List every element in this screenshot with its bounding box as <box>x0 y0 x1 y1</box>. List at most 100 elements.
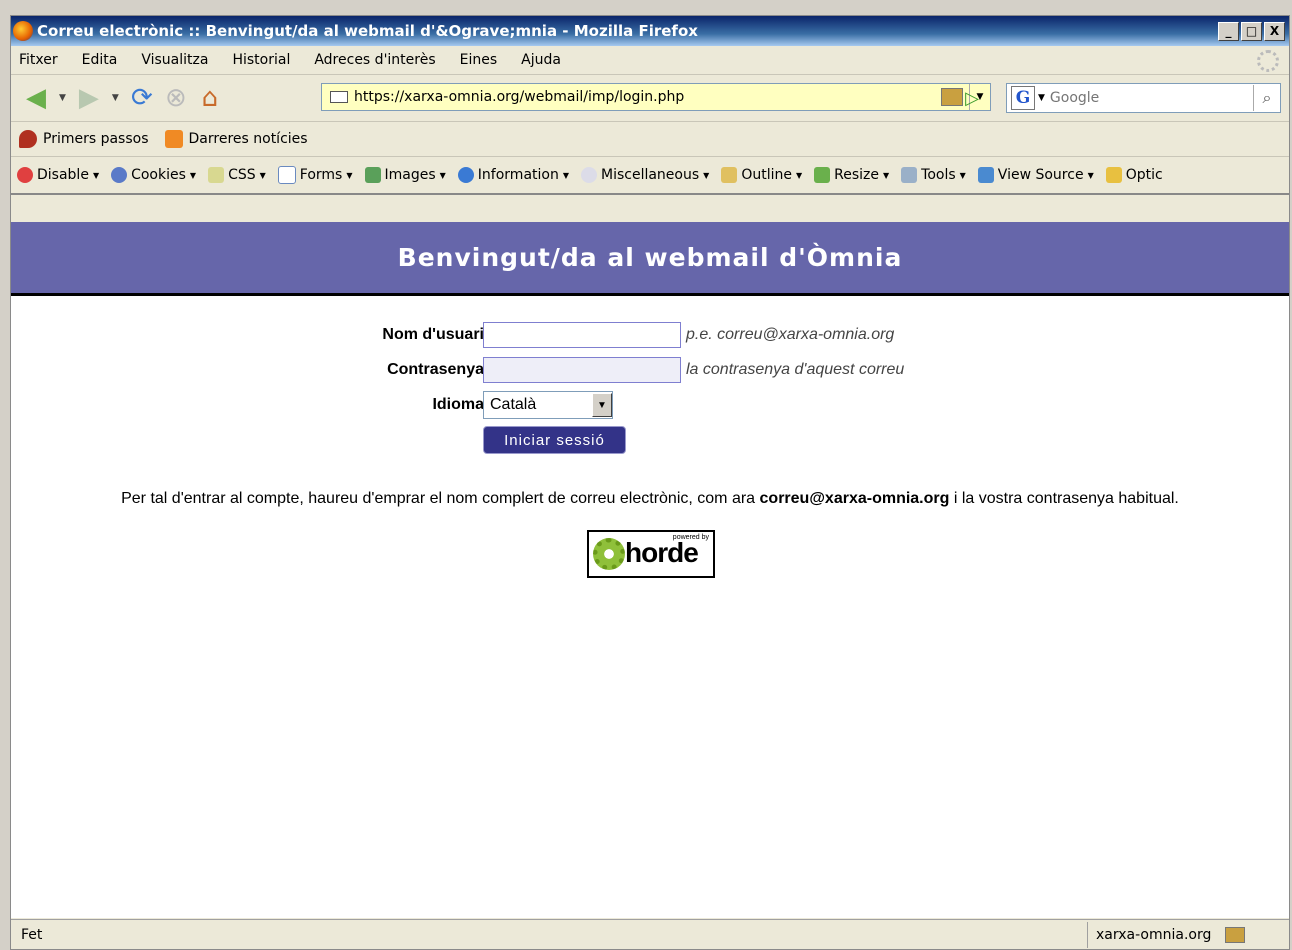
password-hint: la contrasenya d'aquest correu <box>686 361 905 378</box>
webdev-label: Disable <box>37 167 89 183</box>
gear-icon <box>593 538 625 570</box>
home-icon[interactable]: ⌂ <box>193 81 227 115</box>
search-icon[interactable]: ⌕ <box>1253 85 1280 111</box>
minimize-button[interactable]: _ <box>1218 21 1239 41</box>
forms-icon <box>277 166 296 184</box>
webdev-view-source[interactable]: View Source ▼ <box>977 167 1094 183</box>
menu-history[interactable]: Historial <box>232 52 290 68</box>
horde-logo[interactable]: powered by horde <box>587 530 715 578</box>
close-button[interactable]: X <box>1264 21 1285 41</box>
webdev-label: Outline <box>741 167 792 183</box>
menu-bookmarks[interactable]: Adreces d'interès <box>314 52 435 68</box>
webdev-label: Tools <box>921 167 956 183</box>
language-label: Idioma <box>432 396 484 413</box>
instructions-text-end: i la vostra contrasenya habitual. <box>949 490 1179 507</box>
webdev-resize[interactable]: Resize ▼ <box>814 167 889 183</box>
information-icon <box>457 167 474 183</box>
webdev-label: Optic <box>1125 167 1163 183</box>
chevron-down-icon[interactable]: ▼ <box>592 393 612 417</box>
site-identity[interactable]: xarxa-omnia.org <box>1087 921 1267 948</box>
stop-icon[interactable]: ⊗ <box>159 81 193 115</box>
maximize-button[interactable]: □ <box>1241 21 1262 41</box>
miscellaneous-icon <box>581 167 597 183</box>
menu-view[interactable]: Visualitza <box>141 52 208 68</box>
webdev-label: Information <box>477 167 559 183</box>
lock-icon <box>1225 926 1246 943</box>
webdev-images[interactable]: Images ▼ <box>364 167 446 183</box>
resize-grip-icon[interactable] <box>1267 922 1289 948</box>
forward-icon[interactable]: ▶ <box>72 81 106 115</box>
navigation-toolbar: ◀ ▼ ▶ ▼ ⟳ ⊗ ⌂ https://xarxa-omnia.org/we… <box>11 75 1289 122</box>
webdev-options[interactable]: Optic <box>1105 167 1163 183</box>
instructions-text: Per tal d'entrar al compte, haureu d'emp… <box>121 490 760 507</box>
view-source-icon <box>977 167 994 183</box>
status-bar: Fet xarxa-omnia.org <box>11 919 1289 949</box>
window-title: Correu electrònic :: Benvingut/da al web… <box>37 22 698 40</box>
username-input[interactable] <box>483 322 681 348</box>
firefox-icon <box>13 21 33 41</box>
menu-file[interactable]: Fitxer <box>19 52 58 68</box>
outline-icon <box>721 167 738 183</box>
webdev-label: Cookies <box>131 167 186 183</box>
url-bar[interactable]: https://xarxa-omnia.org/webmail/imp/logi… <box>321 83 991 111</box>
menu-edit[interactable]: Edita <box>82 52 118 68</box>
url-text: https://xarxa-omnia.org/webmail/imp/logi… <box>354 89 685 105</box>
webdev-tools[interactable]: Tools ▼ <box>901 167 966 183</box>
resize-icon <box>814 167 831 183</box>
tools-icon <box>901 167 918 183</box>
login-instructions: Per tal d'entrar al compte, haureu d'emp… <box>11 490 1289 508</box>
envelope-icon <box>330 91 348 103</box>
title-bar: Correu electrònic :: Benvingut/da al web… <box>11 16 1289 46</box>
status-domain: xarxa-omnia.org <box>1096 926 1212 943</box>
webdev-information[interactable]: Information ▼ <box>457 167 569 183</box>
webdev-outline[interactable]: Outline ▼ <box>721 167 802 183</box>
options-icon <box>1105 167 1122 183</box>
search-box: G ▼ ⌕ <box>1006 83 1281 113</box>
throbber-icon <box>1257 50 1279 72</box>
cookies-icon <box>111 167 128 183</box>
menu-bar: Fitxer Edita Visualitza Historial Adrece… <box>11 46 1289 75</box>
google-engine-icon[interactable]: G <box>1011 86 1035 110</box>
webdev-cookies[interactable]: Cookies ▼ <box>111 167 196 183</box>
disable-icon <box>17 167 33 183</box>
engine-dropdown-icon[interactable]: ▼ <box>1038 93 1045 103</box>
reload-icon[interactable]: ⟳ <box>125 81 159 115</box>
search-input[interactable] <box>1047 89 1253 107</box>
login-button[interactable]: Iniciar sessió <box>483 426 626 454</box>
rss-icon <box>164 130 183 148</box>
username-label: Nom d'usuari <box>382 326 484 343</box>
go-icon[interactable]: ▷ <box>959 85 985 111</box>
page-title: Benvingut/da al webmail d'Òmnia <box>11 222 1289 296</box>
example-email: correu@xarxa-omnia.org <box>759 490 950 507</box>
username-hint: p.e. correu@xarxa-omnia.org <box>686 326 895 343</box>
webdev-label: CSS <box>228 167 256 183</box>
webdev-label: Images <box>384 167 436 183</box>
back-dropdown-icon[interactable]: ▼ <box>59 93 66 103</box>
forward-dropdown-icon[interactable]: ▼ <box>112 93 119 103</box>
bookmark-getting-started[interactable]: Primers passos <box>19 130 149 148</box>
status-text: Fet <box>21 926 43 943</box>
webdev-disable[interactable]: Disable ▼ <box>17 167 99 183</box>
menu-help[interactable]: Ajuda <box>521 52 561 68</box>
webdev-label: Resize <box>834 167 879 183</box>
page-content: Benvingut/da al webmail d'Òmnia Nom d'us… <box>11 222 1289 918</box>
back-icon[interactable]: ◀ <box>19 81 53 115</box>
bookmark-label: Primers passos <box>43 131 149 147</box>
language-select[interactable]: Català ▼ <box>483 391 613 419</box>
horde-wordmark: horde <box>625 537 699 568</box>
bookmark-latest-news[interactable]: Darreres notícies <box>164 130 308 148</box>
bookmarks-toolbar: Primers passos Darreres notícies <box>11 122 1289 157</box>
webdev-css[interactable]: CSS ▼ <box>208 167 266 183</box>
webdev-forms[interactable]: Forms ▼ <box>277 166 353 184</box>
password-input[interactable] <box>483 357 681 383</box>
password-label: Contrasenya <box>387 361 484 378</box>
web-developer-toolbar: Disable ▼ Cookies ▼ CSS ▼ Forms ▼ Images ▼ In… <box>11 157 1289 195</box>
webdev-label: View Source <box>997 167 1084 183</box>
browser-window: Correu electrònic :: Benvingut/da al web… <box>10 15 1290 950</box>
menu-tools[interactable]: Eines <box>460 52 498 68</box>
firefox-bookmark-icon <box>19 130 37 148</box>
webdev-label: Miscellaneous <box>601 167 700 183</box>
bookmark-label: Darreres notícies <box>188 131 308 147</box>
css-icon <box>208 167 225 183</box>
webdev-miscellaneous[interactable]: Miscellaneous ▼ <box>581 167 709 183</box>
